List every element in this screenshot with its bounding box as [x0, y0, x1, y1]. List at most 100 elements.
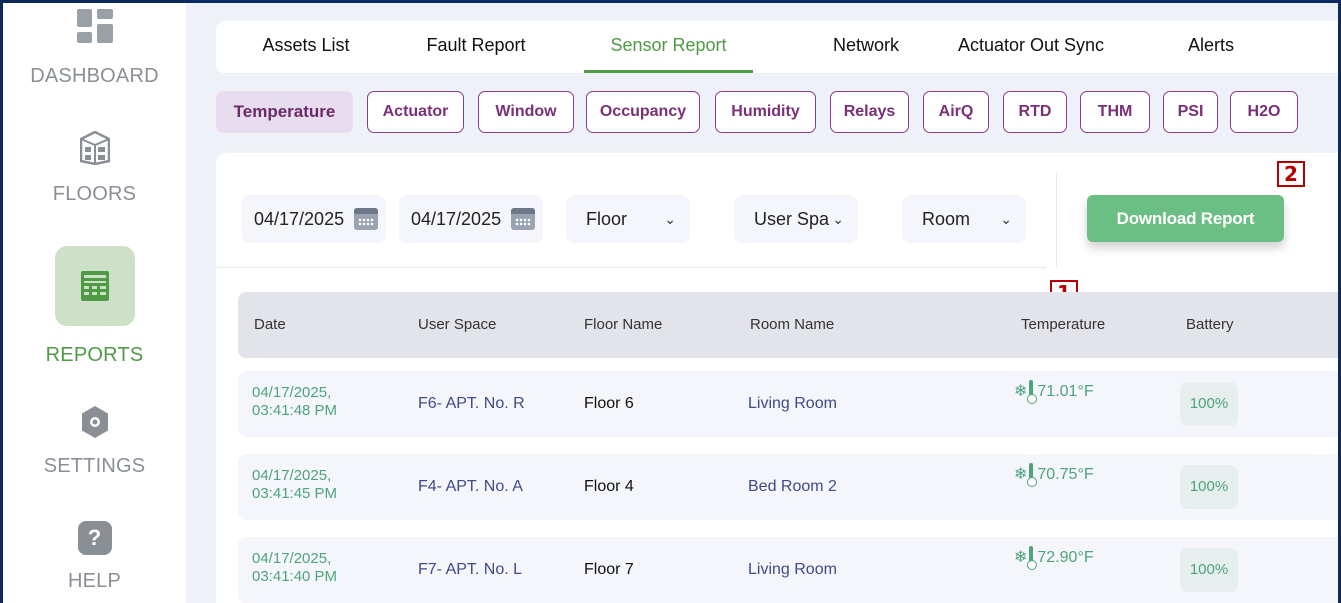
sidebar-label-help: HELP: [67, 570, 122, 592]
row-user-space[interactable]: F6- APT. No. R: [418, 371, 525, 437]
floor-select[interactable]: Floor ⌄: [566, 195, 690, 243]
table-row[interactable]: 04/17/2025, 03:41:40 PM F7- APT. No. L F…: [238, 537, 1338, 603]
annotation-badge-2: 2: [1277, 161, 1305, 187]
tab-network[interactable]: Network: [816, 21, 916, 73]
report-tabs: Assets List Fault Report Sensor Report N…: [216, 21, 1338, 73]
filter-divider: [1056, 173, 1057, 267]
row-date-day: 04/17/2025,: [252, 384, 332, 401]
header-battery: Battery: [1186, 316, 1234, 333]
help-icon: ?: [77, 521, 112, 555]
chip-humidity[interactable]: Humidity: [715, 91, 816, 133]
table-row[interactable]: 04/17/2025, 03:41:48 PM F6- APT. No. R F…: [238, 371, 1338, 437]
row-battery: 100%: [1180, 382, 1238, 426]
chevron-down-icon: ⌄: [832, 211, 844, 227]
end-date-input[interactable]: 04/17/2025: [399, 195, 543, 243]
thermometer-icon: [1027, 546, 1038, 570]
room-select[interactable]: Room ⌄: [902, 195, 1026, 243]
gear-icon: [81, 406, 108, 438]
row-room-name[interactable]: Living Room: [748, 371, 837, 437]
main-content: Assets List Fault Report Sensor Report N…: [186, 3, 1338, 603]
chip-window[interactable]: Window: [478, 91, 574, 133]
user-space-select[interactable]: User Spa ⌄: [734, 195, 858, 243]
row-date-time: 03:41:45 PM: [252, 485, 338, 502]
tab-actuator-out-sync[interactable]: Actuator Out Sync: [946, 21, 1116, 73]
chevron-down-icon: ⌄: [664, 211, 676, 227]
row-date-time: 03:41:48 PM: [252, 402, 338, 419]
row-date: 04/17/2025, 03:41:40 PM: [252, 550, 337, 603]
tab-sensor-report[interactable]: Sensor Report: [584, 21, 753, 73]
header-user-space: User Space: [418, 316, 497, 333]
row-date-day: 04/17/2025,: [252, 467, 332, 484]
thermometer-icon: [1027, 463, 1038, 487]
calendar-icon[interactable]: [354, 208, 378, 230]
floor-select-value: Floor: [586, 209, 628, 229]
chip-h2o[interactable]: H2O: [1230, 91, 1298, 133]
snowflake-icon: ❄: [1014, 466, 1028, 483]
calendar-icon[interactable]: [511, 208, 535, 230]
end-date-value: 04/17/2025: [411, 209, 502, 229]
row-temperature-value: 72.90°F: [1037, 549, 1094, 566]
reports-active-tile: [54, 246, 135, 326]
row-room-name[interactable]: Living Room: [748, 537, 837, 603]
chip-temperature[interactable]: Temperature: [216, 91, 353, 133]
building-icon: [79, 131, 110, 165]
dashboard-grid-icon: [76, 9, 113, 43]
chip-psi[interactable]: PSI: [1163, 91, 1218, 133]
row-user-space[interactable]: F7- APT. No. L: [418, 537, 522, 603]
filter-bottom-divider: [216, 267, 1046, 268]
sidebar-label-floors: FLOORS: [52, 183, 137, 205]
app-frame: DASHBOARD FLOORS REPORTS SETTINGS ? HELP…: [0, 0, 1341, 603]
row-date: 04/17/2025, 03:41:45 PM: [252, 467, 337, 533]
sidebar-label-dashboard: DASHBOARD: [30, 65, 159, 87]
thermometer-icon: [1027, 380, 1038, 404]
start-date-input[interactable]: 04/17/2025: [242, 195, 386, 243]
row-room-name[interactable]: Bed Room 2: [748, 454, 837, 520]
sidebar-label-reports: REPORTS: [45, 344, 144, 366]
row-battery: 100%: [1180, 548, 1238, 592]
row-floor-name: Floor 4: [584, 478, 634, 495]
row-temperature-value: 70.75°F: [1037, 466, 1094, 483]
chip-rtd[interactable]: RTD: [1003, 91, 1067, 133]
sidebar-item-settings[interactable]: SETTINGS: [3, 405, 186, 478]
start-date-value: 04/17/2025: [254, 209, 345, 229]
row-temperature: ❄ 70.75°F: [1014, 454, 1094, 520]
chip-relays[interactable]: Relays: [830, 91, 909, 133]
room-select-value: Room: [922, 209, 971, 229]
table-row[interactable]: 04/17/2025, 03:41:45 PM F4- APT. No. A F…: [238, 454, 1338, 520]
tab-fault-report[interactable]: Fault Report: [411, 21, 541, 73]
chip-occupancy[interactable]: Occupancy: [586, 91, 700, 133]
header-room-name: Room Name: [750, 316, 835, 333]
chevron-down-icon: ⌄: [1000, 211, 1012, 227]
sensor-type-chips: Temperature Actuator Window Occupancy Hu…: [216, 91, 1338, 135]
row-battery: 100%: [1180, 465, 1238, 509]
sidebar-label-settings: SETTINGS: [43, 455, 146, 477]
report-panel: 04/17/2025 04/17/2025 Floor ⌄ User Spa ⌄…: [216, 153, 1338, 603]
snowflake-icon: ❄: [1014, 383, 1028, 400]
table-header: Date User Space Floor Name Room Name Tem…: [238, 292, 1338, 358]
header-date: Date: [254, 316, 286, 333]
row-date: 04/17/2025, 03:41:48 PM: [252, 384, 337, 450]
sidebar-item-reports[interactable]: REPORTS: [3, 246, 186, 367]
row-floor-name: Floor 7: [584, 561, 634, 578]
download-report-button[interactable]: Download Report: [1087, 195, 1284, 242]
row-temperature: ❄ 72.90°F: [1014, 537, 1094, 603]
chip-actuator[interactable]: Actuator: [367, 91, 464, 133]
row-date-time: 03:41:40 PM: [252, 568, 338, 585]
header-temperature: Temperature: [1021, 316, 1106, 333]
tab-alerts[interactable]: Alerts: [1176, 21, 1246, 73]
report-sheet-icon: [80, 271, 109, 301]
sidebar: DASHBOARD FLOORS REPORTS SETTINGS ? HELP: [3, 3, 186, 603]
tab-assets-list[interactable]: Assets List: [246, 21, 366, 73]
row-temperature: ❄ 71.01°F: [1014, 371, 1094, 437]
row-date-day: 04/17/2025,: [252, 550, 332, 567]
row-temperature-value: 71.01°F: [1037, 383, 1094, 400]
header-floor-name: Floor Name: [584, 316, 663, 333]
sidebar-item-floors[interactable]: FLOORS: [3, 131, 186, 206]
chip-airq[interactable]: AirQ: [923, 91, 989, 133]
sidebar-item-dashboard[interactable]: DASHBOARD: [3, 9, 186, 88]
sidebar-item-help[interactable]: ? HELP: [3, 521, 186, 593]
chip-thm[interactable]: THM: [1080, 91, 1150, 133]
snowflake-icon: ❄: [1014, 549, 1028, 566]
user-space-select-value: User Spa: [754, 209, 830, 229]
row-user-space[interactable]: F4- APT. No. A: [418, 454, 523, 520]
